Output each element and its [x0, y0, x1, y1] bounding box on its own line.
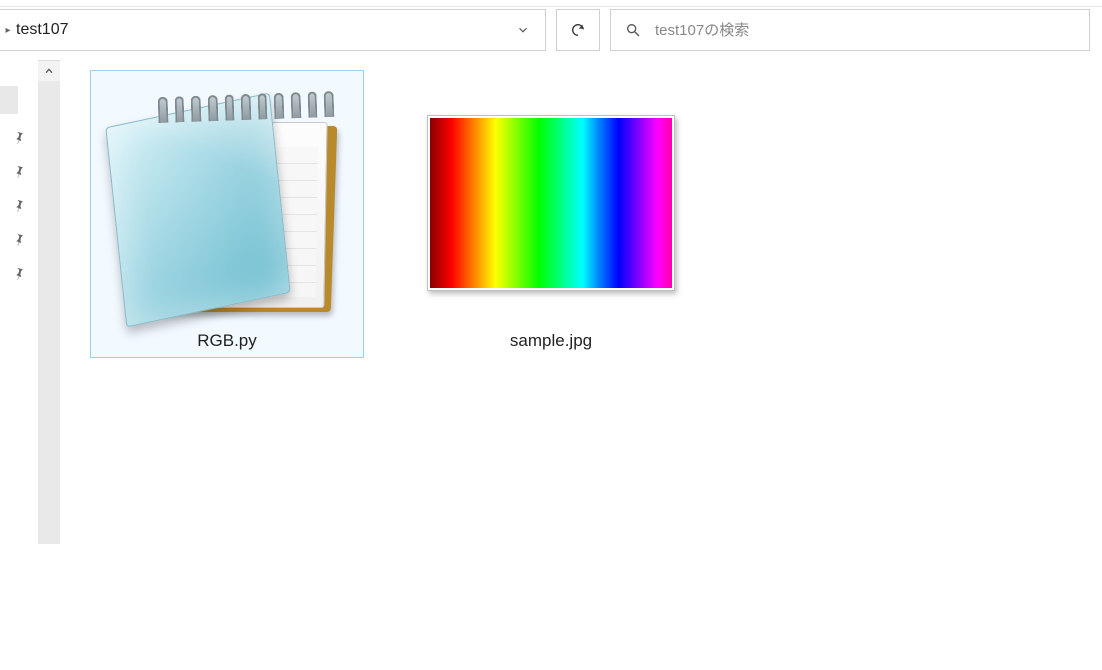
file-name: RGB.py	[197, 325, 257, 351]
scroll-up-button[interactable]	[38, 61, 60, 81]
toolbar-divider	[0, 6, 1102, 7]
file-item-sample-jpg[interactable]: sample.jpg	[414, 70, 688, 358]
breadcrumb-caret-icon: ▸	[0, 25, 12, 36]
file-item-rgb-py[interactable]: RGB.py	[90, 70, 364, 358]
address-search-row: ▸ test107	[0, 9, 1102, 51]
search-input[interactable]	[655, 22, 1075, 39]
pin-icon[interactable]	[12, 130, 26, 144]
notepad-icon	[112, 88, 342, 318]
address-bar[interactable]: ▸ test107	[0, 9, 546, 51]
search-box[interactable]	[610, 9, 1090, 51]
address-history-dropdown[interactable]	[501, 23, 545, 37]
address-path[interactable]: test107	[12, 21, 501, 39]
pin-icon[interactable]	[12, 232, 26, 246]
nav-scrollbar[interactable]	[38, 60, 60, 544]
file-thumbnail	[99, 81, 355, 325]
file-thumbnail	[423, 81, 679, 325]
pin-icon[interactable]	[12, 164, 26, 178]
pin-icon[interactable]	[12, 198, 26, 212]
navigation-rail	[0, 60, 38, 670]
image-thumbnail-frame	[427, 115, 675, 291]
rainbow-thumbnail	[430, 118, 672, 288]
chevron-up-icon	[44, 66, 54, 76]
file-name: sample.jpg	[510, 325, 592, 351]
pin-icon[interactable]	[12, 266, 26, 280]
search-icon	[625, 22, 641, 38]
refresh-icon	[570, 22, 586, 38]
file-pane[interactable]: RGB.py sample.jpg	[60, 60, 1102, 670]
refresh-button[interactable]	[556, 9, 600, 51]
chevron-down-icon	[516, 23, 530, 37]
nav-selection-indicator	[0, 86, 18, 114]
file-list: RGB.py sample.jpg	[90, 70, 688, 358]
quick-access-pins	[0, 130, 38, 280]
